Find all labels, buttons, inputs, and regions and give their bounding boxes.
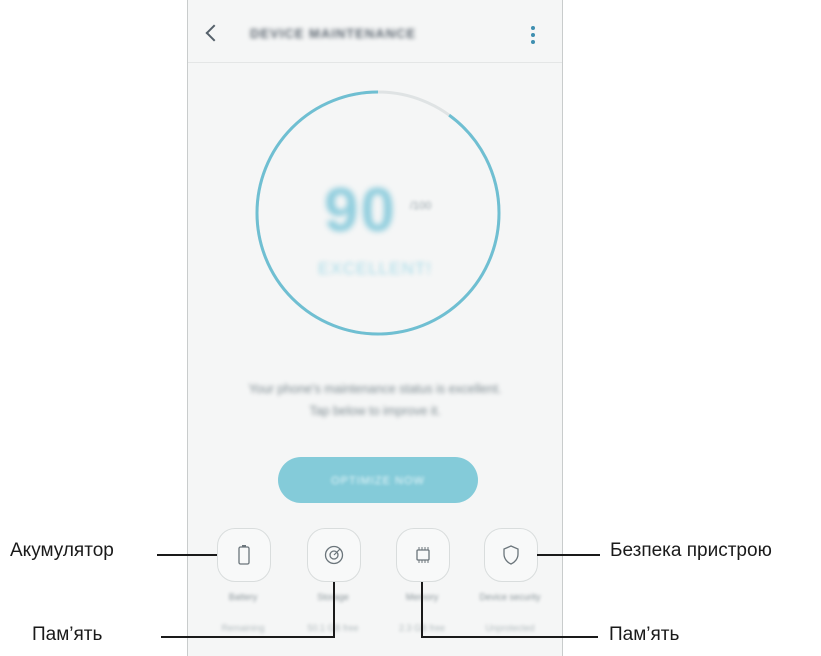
security-tile[interactable]	[484, 528, 538, 582]
leader-line-storage-h	[161, 636, 335, 638]
battery-tile[interactable]	[217, 528, 271, 582]
optimize-now-label: OPTIMIZE NOW	[331, 475, 425, 487]
battery-icon	[238, 545, 250, 565]
callout-battery: Акумулятор	[10, 540, 114, 561]
leader-line-security	[537, 554, 600, 556]
memory-tile[interactable]	[396, 528, 450, 582]
status-description-line2: Tap below to improve it.	[309, 404, 441, 418]
callout-memory: Пам’ять	[609, 624, 680, 645]
storage-icon	[324, 545, 344, 565]
security-label: Device security	[479, 592, 541, 602]
memory-chip-icon	[416, 547, 430, 563]
leader-line-memory-h	[421, 636, 598, 638]
leader-line-battery	[157, 554, 217, 556]
callout-storage: Пам’ять	[32, 624, 103, 645]
score-grade: EXCELLENT!	[318, 259, 432, 278]
score-value: 90	[324, 176, 397, 245]
optimize-now-button[interactable]: OPTIMIZE NOW	[278, 457, 478, 503]
battery-label: Battery	[228, 592, 258, 602]
status-description-line1: Your phone's maintenance status is excel…	[248, 382, 502, 396]
storage-tile[interactable]	[307, 528, 361, 582]
battery-value: Remaining	[221, 623, 265, 633]
security-value: Unprotected	[485, 623, 535, 633]
shield-icon	[503, 545, 519, 565]
score-unit: /100	[410, 200, 432, 212]
callout-security: Безпека пристрою	[610, 540, 772, 561]
phone-screen: DEVICE MAINTENANCE 90 /100 EXCELLENT! Yo…	[187, 0, 563, 656]
leader-line-memory-v	[421, 582, 423, 638]
leader-line-storage-v	[333, 582, 335, 638]
